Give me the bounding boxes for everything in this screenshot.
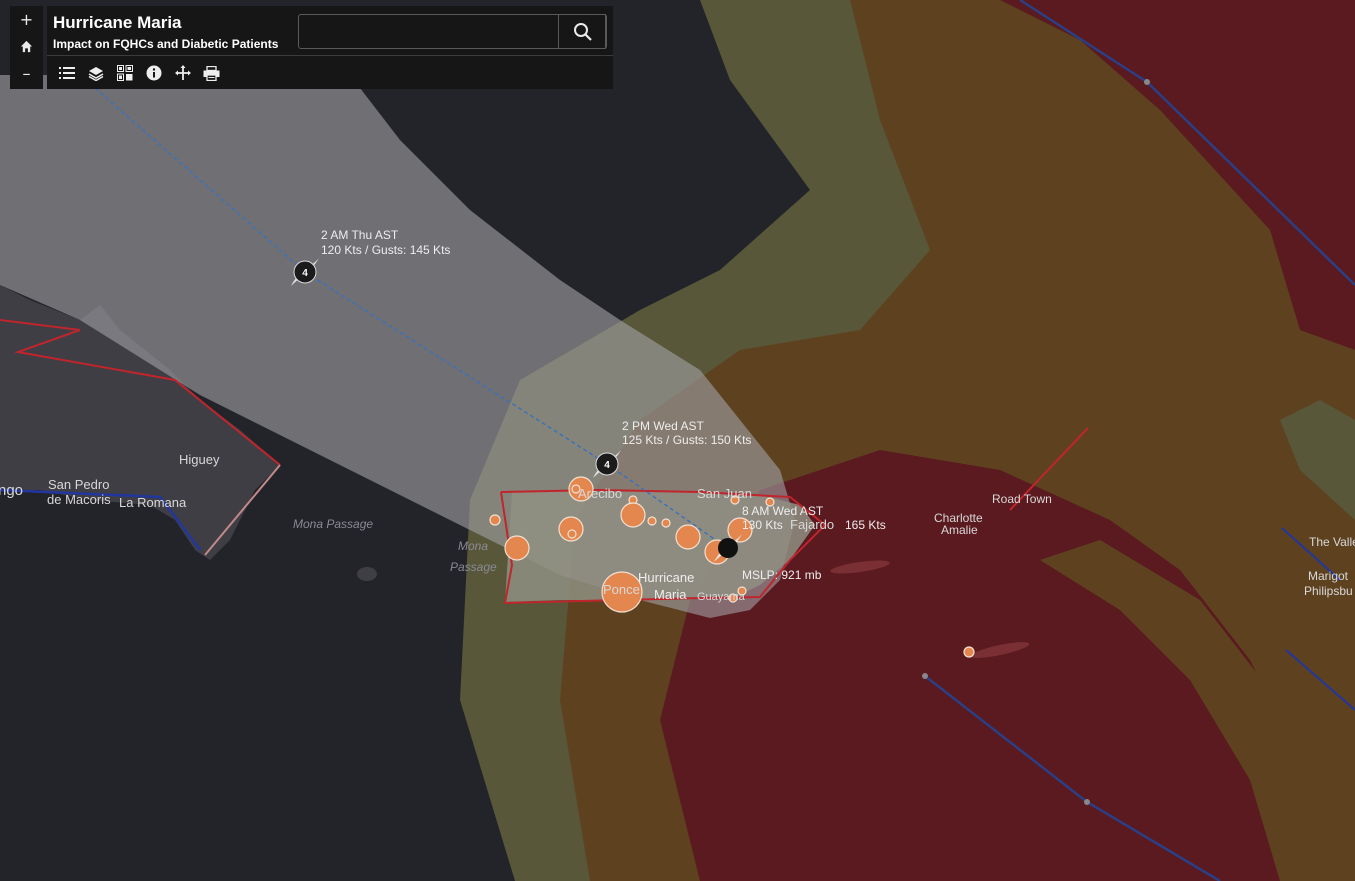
water-label: Passage (450, 560, 497, 574)
app-title: Hurricane Maria (53, 13, 182, 32)
panel-divider (47, 55, 613, 56)
storm-name-label: Hurricane (638, 570, 694, 585)
print-icon (203, 65, 220, 81)
hurricane-map[interactable]: 4 4 2 AM Thu AST 120 Kts / Gusts: 145 Kt… (0, 0, 1355, 881)
fqhc-point[interactable] (647, 516, 657, 526)
info-button[interactable] (139, 63, 168, 83)
directions-icon (174, 65, 191, 80)
place-label: Amalie (941, 523, 978, 537)
svg-text:4: 4 (604, 460, 610, 471)
search-button[interactable] (558, 14, 607, 49)
place-label: The Valle (1309, 535, 1355, 549)
forecast-time-label: 8 AM Wed AST (742, 504, 824, 518)
line-vertex (1084, 799, 1090, 805)
legend-icon (58, 67, 75, 79)
search-icon (573, 22, 592, 41)
print-button[interactable] (197, 63, 226, 83)
forecast-wind-label: 120 Kts / Gusts: 145 Kts (321, 243, 450, 257)
fqhc-point[interactable] (489, 514, 501, 526)
place-label: Philipsbu (1304, 584, 1353, 598)
place-label: Marigot (1308, 569, 1349, 583)
toolbar (52, 63, 226, 83)
water-label: Mona (458, 539, 488, 553)
fqhc-point[interactable] (661, 518, 671, 528)
layers-button[interactable] (81, 63, 110, 83)
directions-button[interactable] (168, 63, 197, 83)
line-vertex (1144, 79, 1150, 85)
mona-island-land (357, 567, 377, 581)
place-label: La Romana (119, 495, 187, 510)
legend-button[interactable] (52, 63, 81, 83)
place-label: Arecibo (578, 486, 622, 501)
place-label: ngo (0, 482, 23, 499)
header-panel: Hurricane Maria Impact on FQHCs and Diab… (47, 6, 613, 89)
fqhc-point[interactable] (504, 535, 530, 561)
place-label: San Pedro (48, 477, 109, 492)
forecast-time-label: 2 AM Thu AST (321, 228, 399, 242)
place-label: de Macoris (47, 492, 111, 507)
fqhc-point[interactable] (567, 529, 577, 539)
place-label: San Juan (697, 486, 752, 501)
zoom-out-button[interactable]: – (10, 60, 43, 87)
home-icon (20, 40, 33, 53)
app-subtitle: Impact on FQHCs and Diabetic Patients (53, 37, 279, 51)
basemap-gallery-icon (116, 65, 133, 81)
line-vertex (922, 673, 928, 679)
forecast-gust-label: 165 Kts (845, 518, 886, 532)
place-label: Higuey (179, 452, 220, 467)
zoom-control: + – (10, 6, 43, 89)
fqhc-point[interactable] (620, 502, 646, 528)
forecast-wind-label: 125 Kts / Gusts: 150 Kts (622, 433, 751, 447)
storm-name-label: Maria (654, 587, 687, 602)
svg-text:4: 4 (302, 268, 308, 279)
place-label: Road Town (992, 492, 1052, 506)
fqhc-point[interactable] (963, 646, 975, 658)
water-label: Mona Passage (293, 517, 373, 531)
fqhc-point[interactable] (675, 524, 701, 550)
forecast-time-label: 2 PM Wed AST (622, 419, 704, 433)
place-label: Ponce (603, 582, 640, 597)
home-button[interactable] (10, 33, 43, 60)
info-icon (146, 65, 161, 81)
forecast-wind-label: 130 Kts (742, 518, 783, 532)
zoom-in-button[interactable]: + (10, 6, 43, 33)
storm-pressure-label: MSLP: 921 mb (742, 568, 822, 582)
basemap-gallery-button[interactable] (110, 63, 139, 83)
place-label: Guayama (697, 591, 746, 603)
layers-icon (88, 66, 103, 81)
place-label: Fajardo (790, 517, 834, 532)
